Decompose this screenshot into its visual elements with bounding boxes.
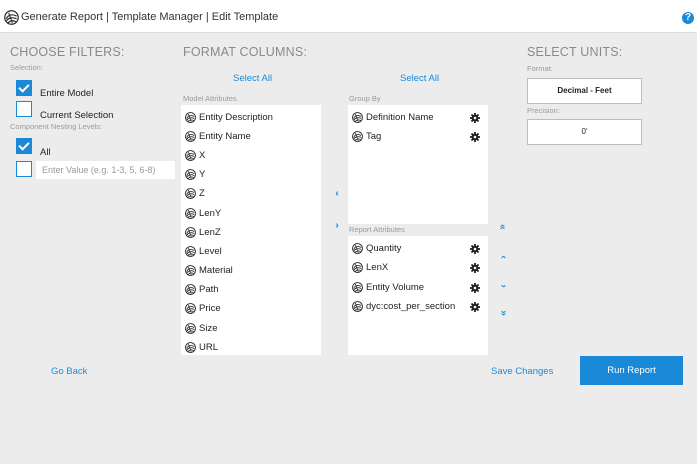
sketchup-logo-icon: [352, 111, 363, 123]
group-by-list[interactable]: Definition Name Tag: [348, 105, 488, 224]
list-item[interactable]: Entity Description: [185, 110, 273, 124]
move-top-icon[interactable]: »: [497, 221, 508, 233]
nesting-levels-label: Component Nesting Levels:: [10, 122, 103, 131]
list-item[interactable]: dyc:cost_per_section: [352, 299, 455, 313]
group-by-label: Group By: [349, 94, 381, 103]
sketchup-logo-icon: [352, 261, 363, 273]
list-item[interactable]: Definition Name: [352, 110, 434, 124]
report-attributes-label: Report Attributes: [349, 225, 405, 234]
save-changes-link[interactable]: Save Changes: [491, 366, 553, 377]
sketchup-logo-icon: [352, 300, 363, 312]
list-item[interactable]: Size: [185, 321, 217, 335]
list-item[interactable]: LenZ: [185, 225, 221, 239]
nesting-all-checkbox[interactable]: [16, 138, 32, 154]
precision-select[interactable]: 0': [527, 119, 642, 145]
select-all-model-attributes-link[interactable]: Select All: [233, 73, 272, 84]
gear-icon[interactable]: [470, 244, 480, 254]
gear-icon[interactable]: [470, 283, 480, 293]
nesting-all-label: All: [40, 147, 51, 158]
gear-icon[interactable]: [470, 113, 480, 123]
model-attributes-label: Model Attributes: [183, 94, 237, 103]
move-left-icon[interactable]: ‹: [331, 189, 343, 199]
gear-icon[interactable]: [470, 263, 480, 273]
filters-title: CHOOSE FILTERS:: [10, 45, 125, 59]
current-selection-checkbox[interactable]: [16, 101, 32, 117]
format-select[interactable]: Decimal - Feet: [527, 78, 642, 104]
sketchup-logo-icon: [185, 207, 196, 219]
list-item[interactable]: Entity Volume: [352, 280, 424, 294]
list-item[interactable]: URL: [185, 340, 218, 354]
report-attributes-list[interactable]: Quantity LenX Entity Volume dyc:cost_per…: [348, 236, 488, 355]
list-item[interactable]: Tag: [352, 129, 381, 143]
sketchup-logo-icon: [185, 302, 196, 314]
sketchup-logo-icon: [352, 130, 363, 142]
nesting-custom-checkbox[interactable]: [16, 161, 32, 177]
go-back-link[interactable]: Go Back: [51, 366, 87, 377]
format-label: Format:: [527, 64, 553, 73]
sketchup-logo-icon: [185, 245, 196, 257]
sketchup-logo-icon: [185, 168, 196, 180]
help-icon[interactable]: ?: [682, 12, 694, 24]
sketchup-logo-icon: [185, 111, 196, 123]
columns-title: FORMAT COLUMNS:: [183, 45, 308, 59]
sketchup-logo-icon: [185, 264, 196, 276]
sketchup-logo-icon: [185, 341, 196, 353]
nesting-value-input[interactable]: [36, 161, 175, 179]
current-selection-label: Current Selection: [40, 110, 114, 121]
list-item[interactable]: Material: [185, 263, 233, 277]
gear-icon[interactable]: [470, 132, 480, 142]
list-item[interactable]: Price: [185, 301, 221, 315]
list-item[interactable]: Z: [185, 186, 205, 200]
selection-label: Selection:: [10, 63, 43, 72]
sketchup-logo-icon: [185, 187, 196, 199]
move-down-icon[interactable]: ›: [498, 280, 509, 292]
list-item[interactable]: LenX: [352, 260, 388, 274]
list-item[interactable]: X: [185, 148, 205, 162]
gear-icon[interactable]: [470, 302, 480, 312]
list-item[interactable]: Level: [185, 244, 222, 258]
select-all-group-by-link[interactable]: Select All: [400, 73, 439, 84]
move-up-icon[interactable]: ‹: [498, 251, 509, 263]
model-attributes-list[interactable]: Entity Description Entity Name X Y Z Len…: [181, 105, 321, 355]
window-title: Generate Report | Template Manager | Edi…: [21, 11, 279, 23]
list-item[interactable]: LenY: [185, 206, 221, 220]
units-title: SELECT UNITS:: [527, 45, 623, 59]
run-report-button[interactable]: Run Report: [580, 356, 683, 385]
entire-model-checkbox[interactable]: [16, 80, 32, 96]
move-right-icon[interactable]: ›: [331, 221, 343, 231]
sketchup-logo-icon: [185, 322, 196, 334]
sketchup-logo-icon: [185, 226, 196, 238]
list-item[interactable]: Path: [185, 282, 219, 296]
sketchup-logo-icon: [352, 281, 363, 293]
sketchup-logo-icon: [185, 283, 196, 295]
precision-label: Precision:: [527, 106, 560, 115]
sketchup-logo-icon: [185, 149, 196, 161]
move-bottom-icon[interactable]: »: [498, 307, 509, 319]
entire-model-label: Entire Model: [40, 88, 94, 99]
list-item[interactable]: Entity Name: [185, 129, 251, 143]
title-bar: Generate Report | Template Manager | Edi…: [0, 0, 697, 33]
sketchup-logo-icon: [185, 130, 196, 142]
list-item[interactable]: Y: [185, 167, 205, 181]
list-item[interactable]: Quantity: [352, 241, 401, 255]
sketchup-logo-icon: [4, 10, 19, 25]
sketchup-logo-icon: [352, 242, 363, 254]
